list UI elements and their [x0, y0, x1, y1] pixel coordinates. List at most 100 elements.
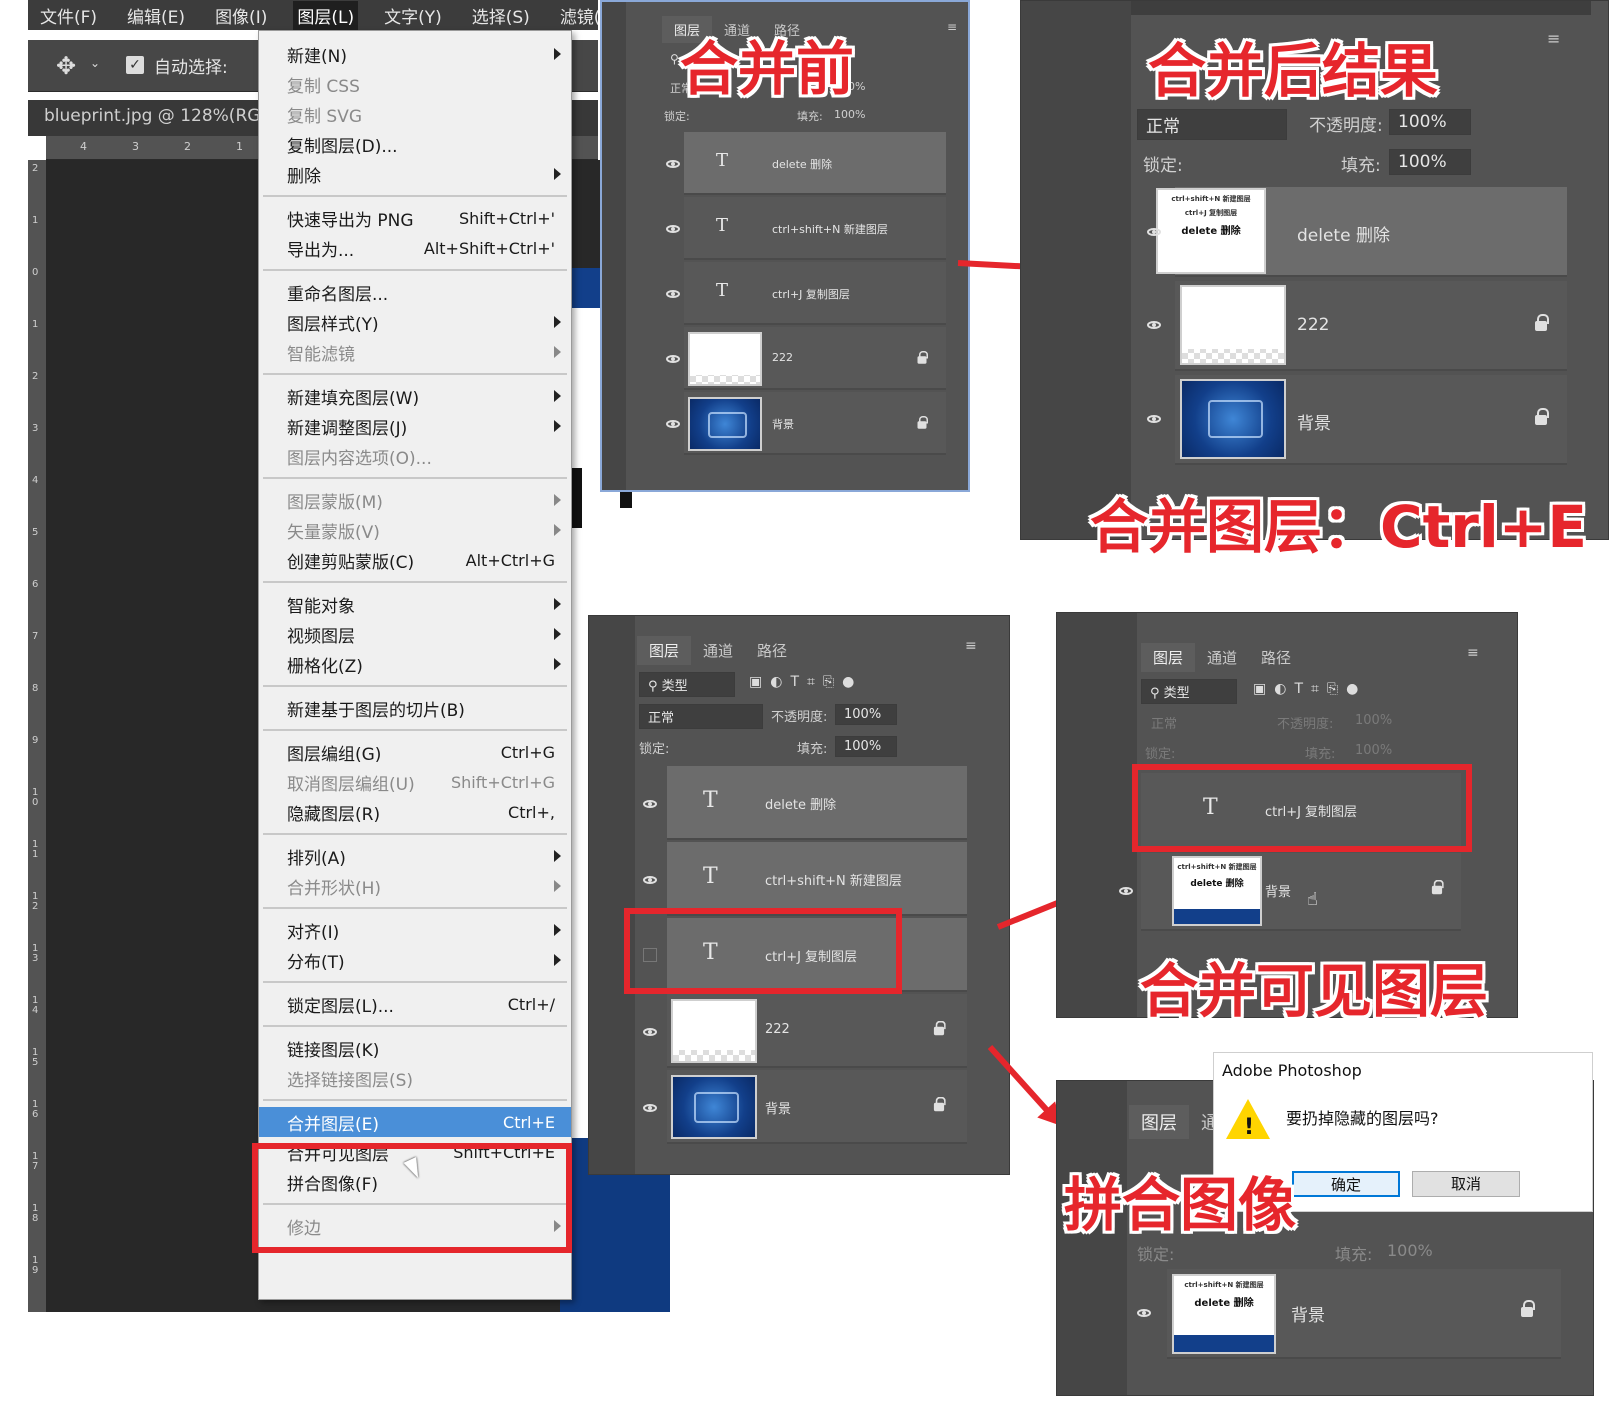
layer-name: 背景 — [1297, 414, 1331, 434]
menu-item[interactable]: 智能对象 — [259, 589, 571, 619]
text-layer-icon: T — [703, 788, 718, 813]
ruler-tick: 5 — [32, 527, 39, 538]
layer-row[interactable]: T ctrl+shift+N 新建图层 — [667, 842, 967, 916]
menu-item[interactable]: 新建填充图层(W) — [259, 381, 571, 411]
menu-item[interactable]: 快速导出为 PNG Shift+Ctrl+' — [259, 203, 571, 233]
menu-item-label: 图层内容选项(O)... — [287, 448, 432, 469]
ruler-tick: 3 — [32, 423, 39, 434]
visibility-eye-icon[interactable] — [1147, 321, 1161, 329]
menu-item-label: 排列(A) — [287, 848, 346, 869]
layer-name: ctrl+shift+N 新建图层 — [765, 874, 902, 889]
menu-item[interactable]: 隐藏图层(R) Ctrl+, — [259, 797, 571, 827]
cancel-button[interactable]: 取消 — [1412, 1171, 1520, 1197]
tab-paths[interactable]: 路径 — [1249, 643, 1303, 672]
search-icon[interactable]: ⚲ — [670, 52, 679, 66]
submenu-arrow-icon — [554, 420, 561, 432]
menu-item[interactable]: 分布(T) — [259, 945, 571, 975]
menu-item[interactable]: 导出为... Alt+Shift+Ctrl+' — [259, 233, 571, 263]
layer-thumbnail — [688, 397, 762, 451]
menu-item[interactable]: 图层编组(G) Ctrl+G — [259, 737, 571, 767]
menu-select[interactable]: 选择(S) — [468, 1, 534, 30]
filter-dropdown[interactable]: ⚲ 类型 — [1141, 679, 1237, 704]
tab-layers[interactable]: 图层 — [1141, 643, 1196, 672]
layer-thumbnail: ctrl+shift+N 新建图层 delete 删除 — [1172, 856, 1262, 926]
auto-select-checkbox[interactable]: ✓ — [126, 56, 144, 74]
visibility-eye-icon[interactable] — [643, 876, 657, 884]
visibility-eye-icon[interactable] — [666, 420, 680, 428]
menu-item[interactable]: 图层样式(Y) — [259, 307, 571, 337]
submenu-arrow-icon — [554, 954, 561, 966]
layer-row[interactable]: T ctrl+shift+N 新建图层 — [684, 197, 946, 260]
caption-merge-visible: 合并可见图层 — [1140, 957, 1489, 1025]
menu-item-label: 导出为... — [287, 240, 355, 261]
layer-thumbnail: ctrl+shift+N 新建图层 ctrl+J 复制图层 delete 删除 — [1156, 188, 1266, 274]
fill-value[interactable]: 100% — [1389, 149, 1471, 175]
menu-item: 智能滤镜 — [259, 337, 571, 367]
tab-channels[interactable]: 通道 — [691, 636, 745, 665]
tab-paths[interactable]: 路径 — [745, 636, 799, 665]
visibility-eye-icon[interactable] — [643, 1028, 657, 1036]
menu-item[interactable]: 创建剪贴蒙版(C) Alt+Ctrl+G — [259, 545, 571, 575]
visibility-eye-icon[interactable] — [666, 290, 680, 298]
menu-filter[interactable]: 滤镜(T) — [556, 1, 598, 30]
menu-item[interactable]: 排列(A) — [259, 841, 571, 871]
ruler-tick: 1 — [32, 215, 39, 226]
blend-mode-dropdown[interactable]: 正常 — [639, 704, 763, 729]
menu-item[interactable]: 对齐(I) — [259, 915, 571, 945]
layer-row[interactable]: T ctrl+J 复制图层 — [684, 262, 946, 325]
menu-item: 图层蒙版(M) — [259, 485, 571, 515]
menu-file[interactable]: 文件(F) — [36, 1, 101, 30]
fill-value[interactable]: 100% — [835, 736, 897, 757]
visibility-eye-icon[interactable] — [666, 160, 680, 168]
opacity-value[interactable]: 100% — [1389, 109, 1471, 135]
layer-row[interactable]: T delete 删除 — [684, 132, 946, 195]
menu-type[interactable]: 文字(Y) — [380, 1, 446, 30]
lock-icon — [933, 1020, 946, 1036]
visibility-eye-icon[interactable] — [643, 800, 657, 808]
panel-menu-icon[interactable]: ≡ — [1547, 29, 1560, 48]
visibility-eye-icon[interactable] — [1137, 1309, 1151, 1317]
chevron-down-icon[interactable]: ⌄ — [90, 56, 100, 70]
menu-item[interactable]: 新建(N) — [259, 39, 571, 69]
menu-item[interactable]: 新建基于图层的切片(B) — [259, 693, 571, 723]
lock-icon — [1535, 314, 1549, 331]
visibility-eye-icon[interactable] — [1119, 887, 1133, 895]
visibility-eye-icon[interactable] — [643, 1104, 657, 1112]
panel-menu-icon[interactable]: ≡ — [947, 20, 957, 34]
filter-icons: ▣◐T⌗⎘● — [749, 674, 863, 690]
filter-dropdown[interactable]: ⚲ 类型 — [639, 672, 735, 697]
ok-button[interactable]: 确定 — [1292, 1171, 1400, 1197]
ruler-vertical: 2101234567891 01 11 21 31 41 51 61 71 81… — [28, 160, 46, 1312]
layer-row[interactable]: T delete 删除 — [667, 766, 967, 840]
fill-value[interactable]: 100% — [834, 108, 865, 121]
visibility-eye-icon[interactable] — [1147, 415, 1161, 423]
blend-mode-dropdown[interactable]: 正常 — [1137, 109, 1287, 140]
move-tool-icon[interactable]: ✥ — [56, 52, 76, 80]
menu-item[interactable]: 视频图层 — [259, 619, 571, 649]
menu-item[interactable]: 锁定图层(L)... Ctrl+/ — [259, 989, 571, 1019]
opacity-value[interactable]: 100% — [835, 704, 897, 725]
menu-item[interactable]: 复制图层(D)... — [259, 129, 571, 159]
tab-layers[interactable]: 图层 — [1129, 1105, 1189, 1139]
submenu-arrow-icon — [554, 168, 561, 180]
menu-image[interactable]: 图像(I) — [211, 1, 271, 30]
menu-item[interactable]: 合并图层(E) Ctrl+E — [259, 1107, 571, 1137]
visibility-eye-icon[interactable] — [666, 225, 680, 233]
visibility-eye-icon[interactable] — [1147, 228, 1161, 236]
panel-menu-icon[interactable]: ≡ — [965, 638, 977, 654]
menu-edit[interactable]: 编辑(E) — [123, 1, 189, 30]
menu-item[interactable]: 重命名图层... — [259, 277, 571, 307]
tab-layers[interactable]: 图层 — [637, 636, 692, 665]
menu-layer[interactable]: 图层(L) — [293, 0, 359, 30]
menu-item[interactable]: 新建调整图层(J) — [259, 411, 571, 441]
visibility-eye-icon[interactable] — [666, 355, 680, 363]
menu-item-shortcut: Shift+Ctrl+' — [458, 208, 555, 228]
menu-item[interactable]: 链接图层(K) — [259, 1033, 571, 1063]
menu-item[interactable]: 栅格化(Z) — [259, 649, 571, 679]
text-layer-icon: T — [716, 215, 729, 236]
fill-value: 100% — [1387, 1241, 1433, 1260]
menu-item[interactable]: 删除 — [259, 159, 571, 189]
menu-item-label: 创建剪贴蒙版(C) — [287, 552, 415, 573]
tab-channels[interactable]: 通道 — [1195, 643, 1249, 672]
panel-menu-icon[interactable]: ≡ — [1467, 645, 1479, 661]
